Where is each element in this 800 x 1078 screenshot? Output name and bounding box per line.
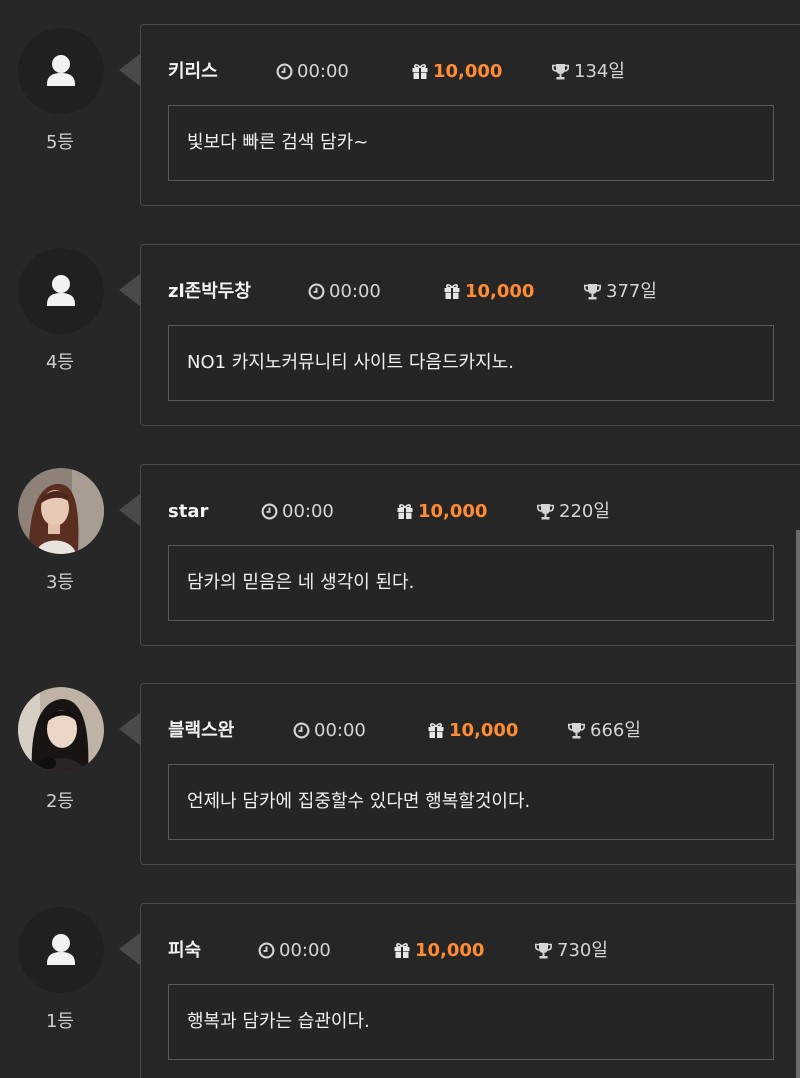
avatar[interactable] [18, 687, 104, 773]
rank-label: 2등 [45, 791, 74, 812]
points-info: 10,000 [411, 59, 502, 85]
points-value: 10,000 [449, 720, 519, 741]
username[interactable]: 피숙 [168, 938, 201, 964]
profile-photo [18, 687, 104, 773]
card-pointer [119, 933, 140, 965]
trophy-icon [584, 284, 601, 300]
days-info: 377일 [583, 279, 657, 305]
comment-text: 담카의 믿음은 네 생각이 된다. [168, 545, 774, 621]
days-info: 134일 [551, 59, 625, 85]
gift-icon [412, 64, 428, 79]
days-info: 730일 [534, 938, 608, 964]
username[interactable]: 키리스 [168, 59, 218, 85]
points-info: 10,000 [393, 938, 484, 964]
rank-label: 3등 [45, 572, 74, 593]
time-value: 00:00 [282, 501, 334, 522]
time-info: 00:00 [293, 718, 366, 744]
days-value: 377일 [606, 281, 657, 302]
ranking-entry: 4등 zl존박두창 00:00 10,000 377일 NO1 카지노커뮤니티 … [0, 244, 800, 430]
comment-text: 언제나 담카에 집중할수 있다면 행복할것이다. [168, 764, 774, 840]
days-info: 220일 [536, 499, 610, 525]
time-info: 00:00 [276, 59, 349, 85]
gift-icon [444, 284, 460, 299]
scrollbar[interactable] [796, 530, 800, 1078]
gift-icon [428, 723, 444, 738]
days-value: 666일 [590, 720, 641, 741]
trophy-icon [552, 64, 569, 80]
time-info: 00:00 [261, 499, 334, 525]
comment-card: zl존박두창 00:00 10,000 377일 NO1 카지노커뮤니티 사이트… [140, 244, 800, 426]
gift-icon [394, 943, 410, 958]
time-info: 00:00 [258, 938, 331, 964]
comment-text: 행복과 담카는 습관이다. [168, 984, 774, 1060]
days-value: 134일 [574, 61, 625, 82]
points-info: 10,000 [443, 279, 534, 305]
time-value: 00:00 [297, 61, 349, 82]
trophy-icon [568, 723, 585, 739]
card-pointer [119, 54, 140, 86]
time-info: 00:00 [308, 279, 381, 305]
user-silhouette-icon [47, 934, 75, 965]
clock-icon [258, 942, 275, 959]
avatar[interactable] [18, 248, 104, 334]
trophy-icon [537, 504, 554, 520]
ranking-list: 5등 키리스 00:00 10,000 134일 빛보다 빠른 검색 담카~ 4… [0, 0, 800, 1078]
username[interactable]: 블랙스완 [168, 718, 234, 744]
user-silhouette-icon [47, 55, 75, 86]
ranking-entry: 1등 피숙 00:00 10,000 730일 행복과 담카는 습관이다. [0, 903, 800, 1078]
time-value: 00:00 [329, 281, 381, 302]
comment-card: 키리스 00:00 10,000 134일 빛보다 빠른 검색 담카~ [140, 24, 800, 206]
clock-icon [293, 722, 310, 739]
days-value: 730일 [557, 940, 608, 961]
comment-card: 피숙 00:00 10,000 730일 행복과 담카는 습관이다. [140, 903, 800, 1078]
clock-icon [276, 63, 293, 80]
card-pointer [119, 713, 140, 745]
points-info: 10,000 [396, 499, 487, 525]
comment-text: 빛보다 빠른 검색 담카~ [168, 105, 774, 181]
username[interactable]: star [168, 499, 208, 525]
rank-label: 1등 [45, 1011, 74, 1032]
ranking-entry: 2등 블랙스완 00:00 10,000 666일 언제나 담카에 집중할수 있… [0, 683, 800, 869]
clock-icon [308, 283, 325, 300]
gift-icon [397, 504, 413, 519]
ranking-entry: 5등 키리스 00:00 10,000 134일 빛보다 빠른 검색 담카~ [0, 24, 800, 210]
user-silhouette-icon [47, 275, 75, 306]
clock-icon [261, 503, 278, 520]
points-value: 10,000 [465, 281, 535, 302]
rank-label: 5등 [45, 132, 74, 153]
rank-label: 4등 [45, 352, 74, 373]
comment-card: star 00:00 10,000 220일 담카의 믿음은 네 생각이 된다. [140, 464, 800, 646]
avatar[interactable] [18, 468, 104, 554]
points-value: 10,000 [418, 501, 488, 522]
time-value: 00:00 [314, 720, 366, 741]
trophy-icon [535, 943, 552, 959]
profile-photo [18, 468, 104, 554]
avatar[interactable] [18, 907, 104, 993]
username[interactable]: zl존박두창 [168, 279, 251, 305]
card-pointer [119, 274, 140, 306]
comment-card: 블랙스완 00:00 10,000 666일 언제나 담카에 집중할수 있다면 … [140, 683, 800, 865]
card-pointer [119, 494, 140, 526]
days-info: 666일 [567, 718, 641, 744]
avatar[interactable] [18, 28, 104, 114]
points-value: 10,000 [433, 61, 503, 82]
comment-text: NO1 카지노커뮤니티 사이트 다음드카지노. [168, 325, 774, 401]
days-value: 220일 [559, 501, 610, 522]
points-value: 10,000 [415, 940, 485, 961]
time-value: 00:00 [279, 940, 331, 961]
ranking-entry: 3등 star 00:00 10,000 220일 담카의 믿음은 네 생각이 … [0, 464, 800, 650]
points-info: 10,000 [427, 718, 518, 744]
